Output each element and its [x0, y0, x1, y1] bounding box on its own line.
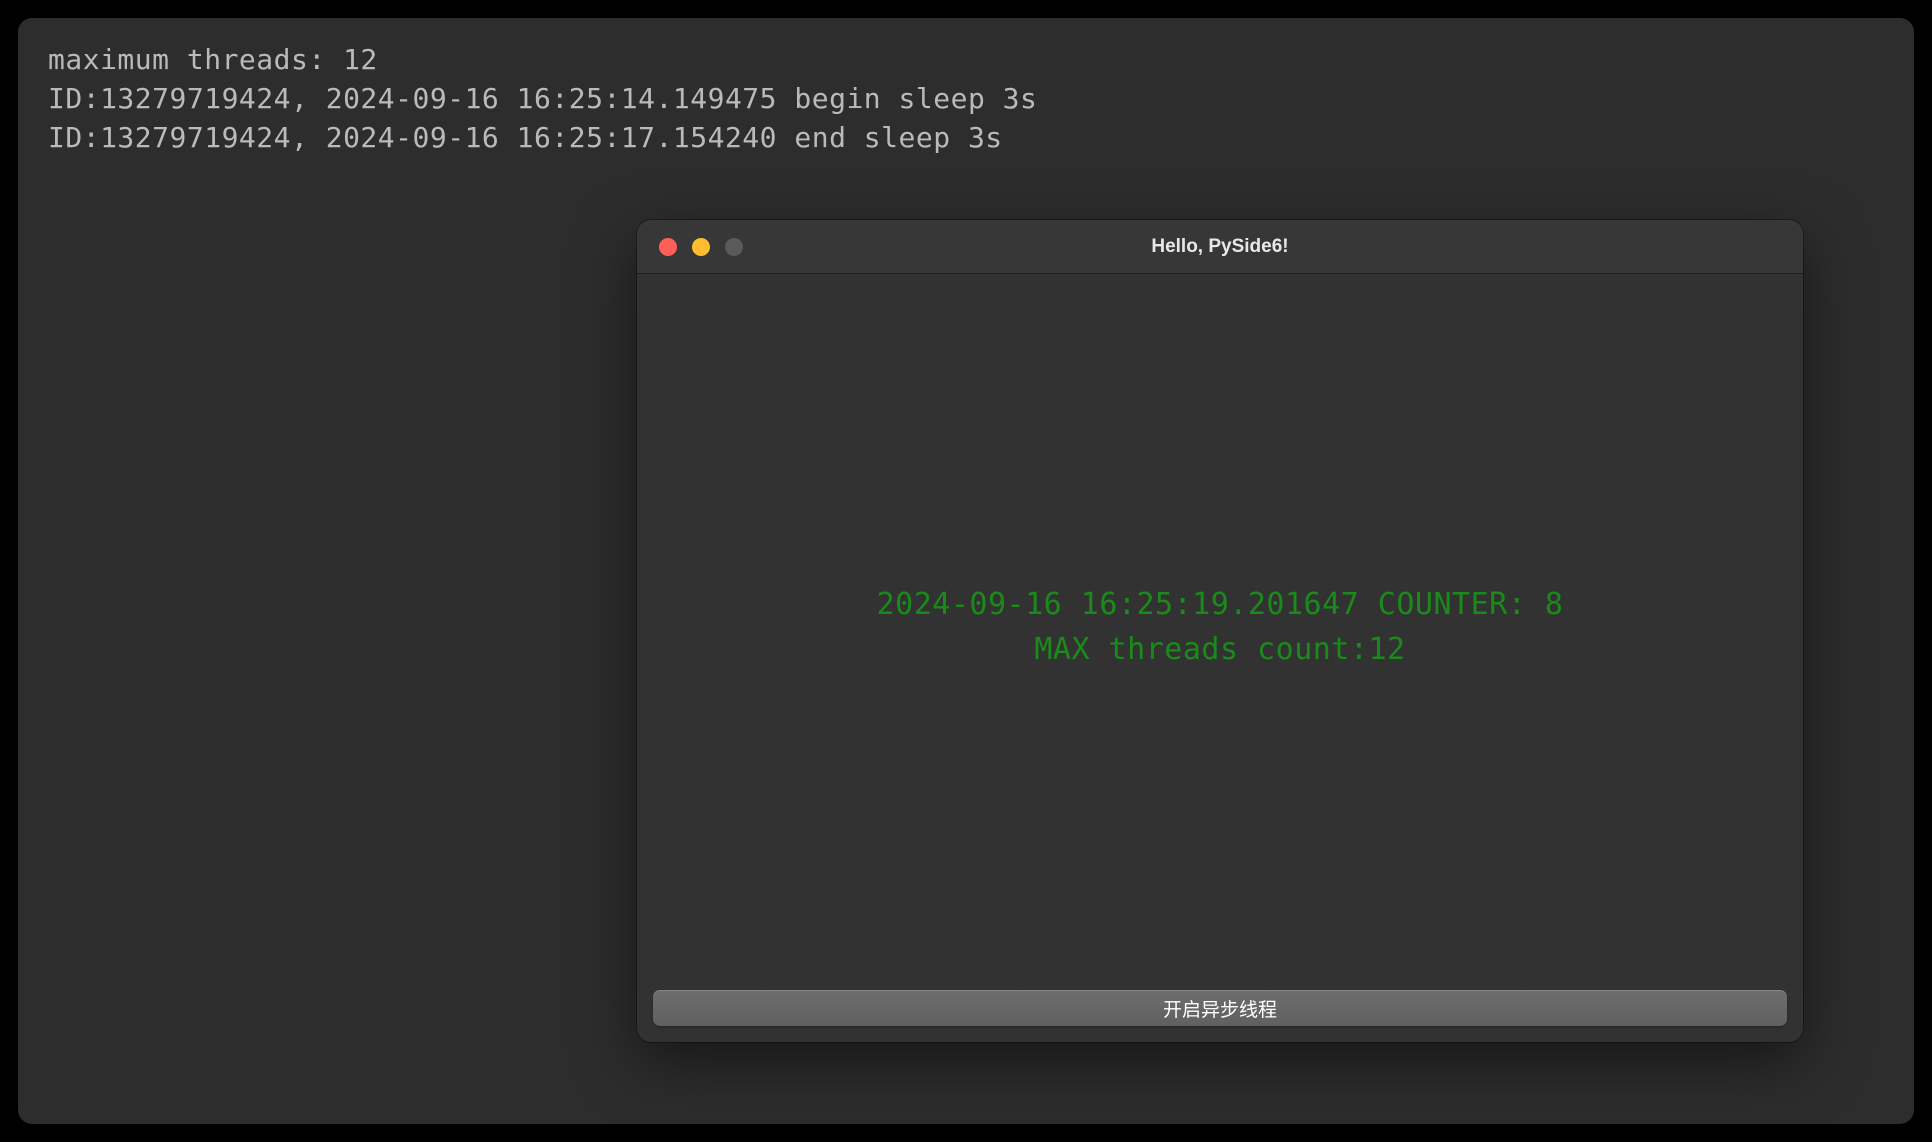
status-line-counter: 2024-09-16 16:25:19.201647 COUNTER: 8: [877, 582, 1564, 627]
status-line-threads: MAX threads count:12: [877, 627, 1564, 672]
window-title: Hello, PySide6!: [637, 236, 1803, 258]
traffic-lights-group: [637, 238, 743, 256]
window-title-bar[interactable]: Hello, PySide6!: [637, 220, 1803, 274]
terminal-output-line: ID:13279719424, 2024-09-16 16:25:14.1494…: [48, 79, 1884, 118]
app-content-area: 2024-09-16 16:25:19.201647 COUNTER: 8 MA…: [637, 274, 1803, 980]
zoom-icon[interactable]: [725, 238, 743, 256]
minimize-icon[interactable]: [692, 238, 710, 256]
terminal-output-line: ID:13279719424, 2024-09-16 16:25:17.1542…: [48, 118, 1884, 157]
start-async-thread-button[interactable]: 开启异步线程: [653, 990, 1787, 1026]
close-icon[interactable]: [659, 238, 677, 256]
pyside-app-window: Hello, PySide6! 2024-09-16 16:25:19.2016…: [637, 220, 1803, 1042]
status-label: 2024-09-16 16:25:19.201647 COUNTER: 8 MA…: [877, 582, 1564, 672]
terminal-output-line: maximum threads: 12: [48, 40, 1884, 79]
button-container: 开启异步线程: [637, 980, 1803, 1042]
